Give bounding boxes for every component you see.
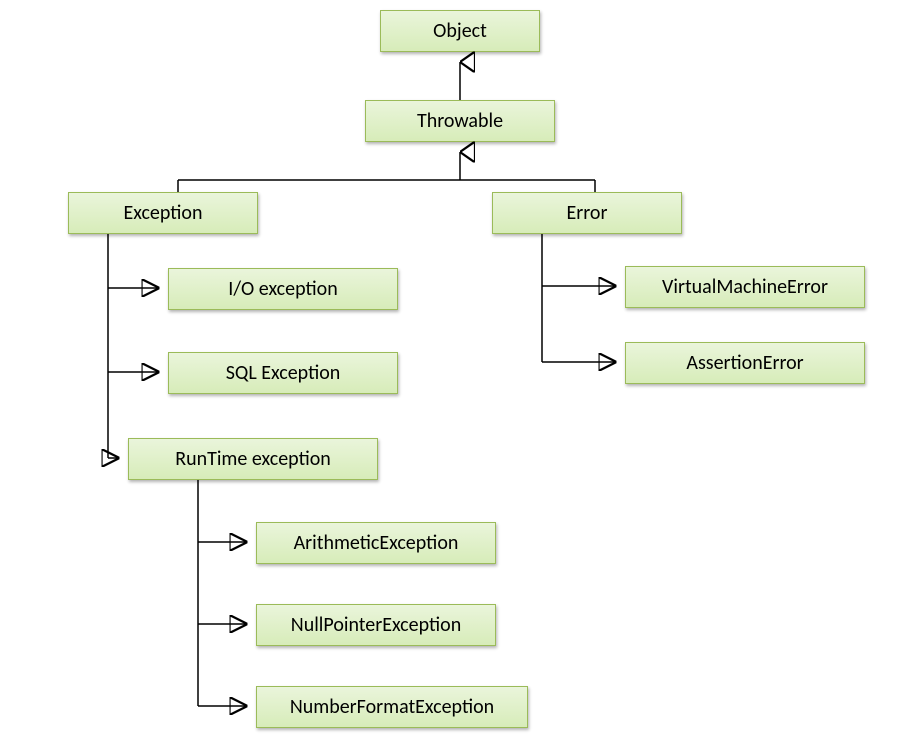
- node-runtime-exception: RunTime exception: [128, 438, 378, 480]
- node-throwable: Throwable: [365, 100, 555, 142]
- node-error: Error: [492, 192, 682, 234]
- node-null-pointer-exception: NullPointerException: [256, 604, 496, 646]
- node-number-format-exception: NumberFormatException: [256, 686, 528, 728]
- node-arithmetic-exception: ArithmeticException: [256, 522, 496, 564]
- node-object: Object: [380, 10, 540, 52]
- node-exception: Exception: [68, 192, 258, 234]
- node-virtual-machine-error: VirtualMachineError: [625, 266, 865, 308]
- node-sql-exception: SQL Exception: [168, 352, 398, 394]
- node-assertion-error: AssertionError: [625, 342, 865, 384]
- node-io-exception: I/O exception: [168, 268, 398, 310]
